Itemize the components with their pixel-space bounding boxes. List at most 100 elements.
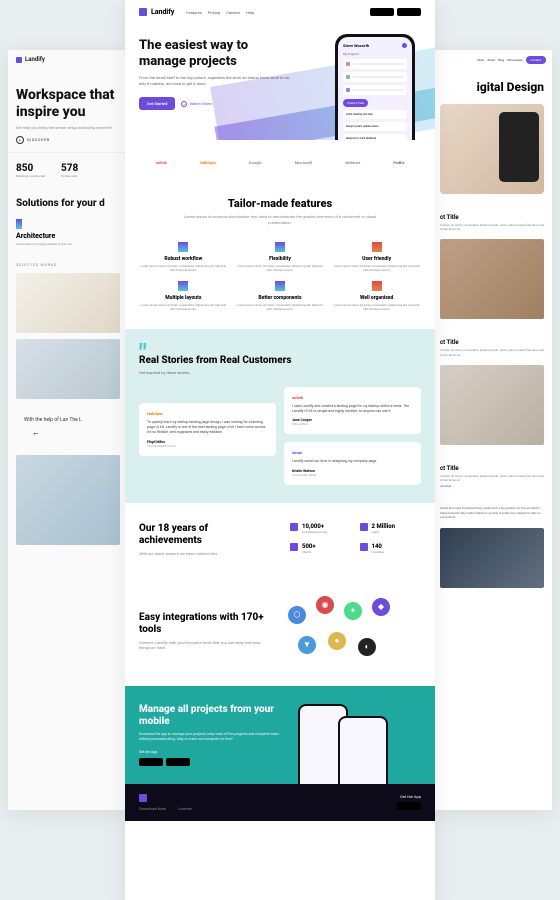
achievements-section: Our 18 years of achievements With our su…	[125, 503, 435, 576]
walmart-logo: Walmart	[345, 160, 360, 165]
feature-icon	[372, 242, 382, 252]
project-title: ct Title	[440, 339, 544, 346]
stat-item: 10,000+Downloads per day	[290, 523, 352, 536]
brand-logos-row: airbnb HubSpot Google Microsoft Walmart …	[125, 140, 435, 179]
stat-item: 500+Clients	[290, 543, 352, 556]
tool-icon: ✦	[344, 602, 362, 620]
testimonial-card: strapi Landify saved our time in designi…	[284, 442, 421, 484]
template-card-right: Work About Blog Showcases Contact igital…	[432, 50, 552, 810]
project-image[interactable]	[440, 239, 544, 319]
project-image[interactable]	[440, 365, 544, 445]
feature-item: Better componentsLorem ipsum dolor sit a…	[236, 281, 325, 311]
play-icon: ▸	[181, 101, 187, 107]
project-title: ct Title	[440, 214, 544, 221]
phone-mockup: Steve Wozorth My Projects Today's Task C…	[335, 34, 415, 140]
hero-subtitle: From the small stuff to the big picture,…	[139, 75, 294, 87]
feature-item: Multiple layoutsLorem ipsum dolor sit am…	[139, 281, 228, 311]
app-store-badge[interactable]	[166, 758, 190, 766]
project-image	[440, 528, 544, 588]
contact-button[interactable]: Contact	[526, 56, 547, 64]
stat-item: 140Countries	[360, 543, 422, 556]
features-section: Tailor-made features Lorem ipsum is comm…	[125, 179, 435, 329]
discover-link[interactable]: ▸ DISCOVER	[16, 136, 120, 144]
footer: Download Now License Get the App	[125, 784, 435, 821]
hubspot-logo: HubSpot	[200, 160, 216, 165]
arrow-left-icon[interactable]: ←	[24, 428, 112, 437]
google-play-badge[interactable]	[139, 758, 163, 766]
stat-item: 2 MillionUsers	[360, 523, 422, 536]
work-image[interactable]	[16, 339, 120, 399]
brand-name: Landify	[151, 8, 174, 16]
template-card-center: Landify Features Pricing Careers Help Th…	[125, 0, 435, 900]
tool-icon: ●	[328, 632, 346, 650]
testimonial-card: airbnb I used Landify and created a land…	[284, 387, 421, 435]
airbnb-logo: airbnb	[156, 160, 167, 165]
google-logo: Google	[249, 160, 262, 165]
left-hero-title: Workspace that inspire you	[16, 87, 120, 121]
feature-item: Robust workflowLorem ipsum dolor sit ame…	[139, 242, 228, 272]
watch-video-link[interactable]: ▸Watch Video	[181, 101, 211, 107]
left-quote: With the help of Lan The L	[24, 417, 112, 424]
globe-icon	[360, 543, 368, 551]
hero-section: The easiest way to manage projects From …	[125, 24, 435, 140]
hero-title: The easiest way to manage projects	[139, 38, 294, 69]
project-desc: m dolor sit amet, consectetur adipiscing…	[440, 348, 544, 356]
work-image[interactable]	[16, 455, 120, 545]
right-header: Work About Blog Showcases Contact	[432, 50, 552, 70]
work-image[interactable]	[16, 273, 120, 333]
google-play-badge[interactable]	[370, 8, 394, 16]
microsoft-logo: Microsoft	[295, 160, 312, 165]
phone-mockup-icon	[499, 112, 539, 182]
project-desc: m dolor sit amet, consectetur adipiscing…	[440, 474, 544, 482]
app-store-badge[interactable]	[397, 802, 421, 810]
tool-icon: ▼	[298, 636, 316, 654]
accent-bar-icon	[16, 219, 22, 229]
project-title: ct Title	[440, 465, 544, 472]
feature-icon	[275, 281, 285, 291]
solutions-heading: Solutions for your d	[16, 198, 120, 209]
selected-works-label: SELECTED WORKS	[8, 256, 128, 273]
get-started-button[interactable]: Get Started	[139, 97, 175, 110]
feature-item: FlexibilityLorem ipsum dolor sit amet, c…	[236, 242, 325, 272]
left-header: Landify	[8, 50, 128, 69]
tool-icon: ◆	[372, 598, 390, 616]
feature-icon	[275, 242, 285, 252]
feature-icon	[372, 281, 382, 291]
play-icon: ▸	[16, 136, 24, 144]
avatar-icon	[402, 43, 407, 48]
project-desc: m dolor sit amet, consectetur adipiscing…	[440, 223, 544, 231]
right-quote: andify and were impressed they made such…	[432, 498, 552, 528]
feature-icon	[178, 242, 188, 252]
feature-item: Well organisedLorem ipsum dolor sit amet…	[332, 281, 421, 311]
testimonials-heading: Real Stories from Real Customers	[139, 355, 421, 367]
phone-mockup	[338, 716, 388, 785]
clients-icon	[290, 543, 298, 551]
template-card-left: Landify Workspace that inspire you We he…	[8, 50, 128, 810]
achievements-heading: Our 18 years of achievements	[139, 523, 270, 547]
hero-image	[440, 104, 544, 194]
feature-item: User friendlyLorem ipsum dolor sit amet,…	[332, 242, 421, 272]
footer-link[interactable]: License	[178, 806, 192, 811]
tool-icon: ◉	[316, 596, 334, 614]
testimonials-section: " Real Stories from Real Customers Get i…	[125, 329, 435, 503]
integrations-heading: Easy integrations with 170+ tools	[139, 612, 272, 636]
download-icon	[290, 523, 298, 531]
users-icon	[360, 523, 368, 531]
integrations-section: Easy integrations with 170+ tools Connec…	[125, 576, 435, 686]
right-hero-title: igital Design	[440, 80, 544, 94]
brand-name: Landify	[25, 56, 45, 63]
center-header: Landify Features Pricing Careers Help	[125, 0, 435, 24]
left-stats: 850 Buildings constructed 578 Homes sold	[8, 152, 128, 188]
tool-icon: ◐	[358, 638, 376, 656]
tool-icon: ⬡	[288, 606, 306, 624]
app-store-badge[interactable]	[397, 8, 421, 16]
mobile-heading: Manage all projects from your mobile	[139, 704, 286, 728]
fedex-logo: FedEx	[394, 160, 405, 165]
logo-icon	[139, 794, 147, 802]
testimonial-card: HubSpot To quickly start my startup land…	[139, 403, 276, 456]
logo-icon	[16, 57, 22, 63]
left-hero-sub: We help you bring the dream setup and br…	[16, 125, 120, 130]
footer-link[interactable]: Download Now	[139, 806, 166, 811]
feature-icon	[178, 281, 188, 291]
logo-icon	[139, 8, 147, 16]
